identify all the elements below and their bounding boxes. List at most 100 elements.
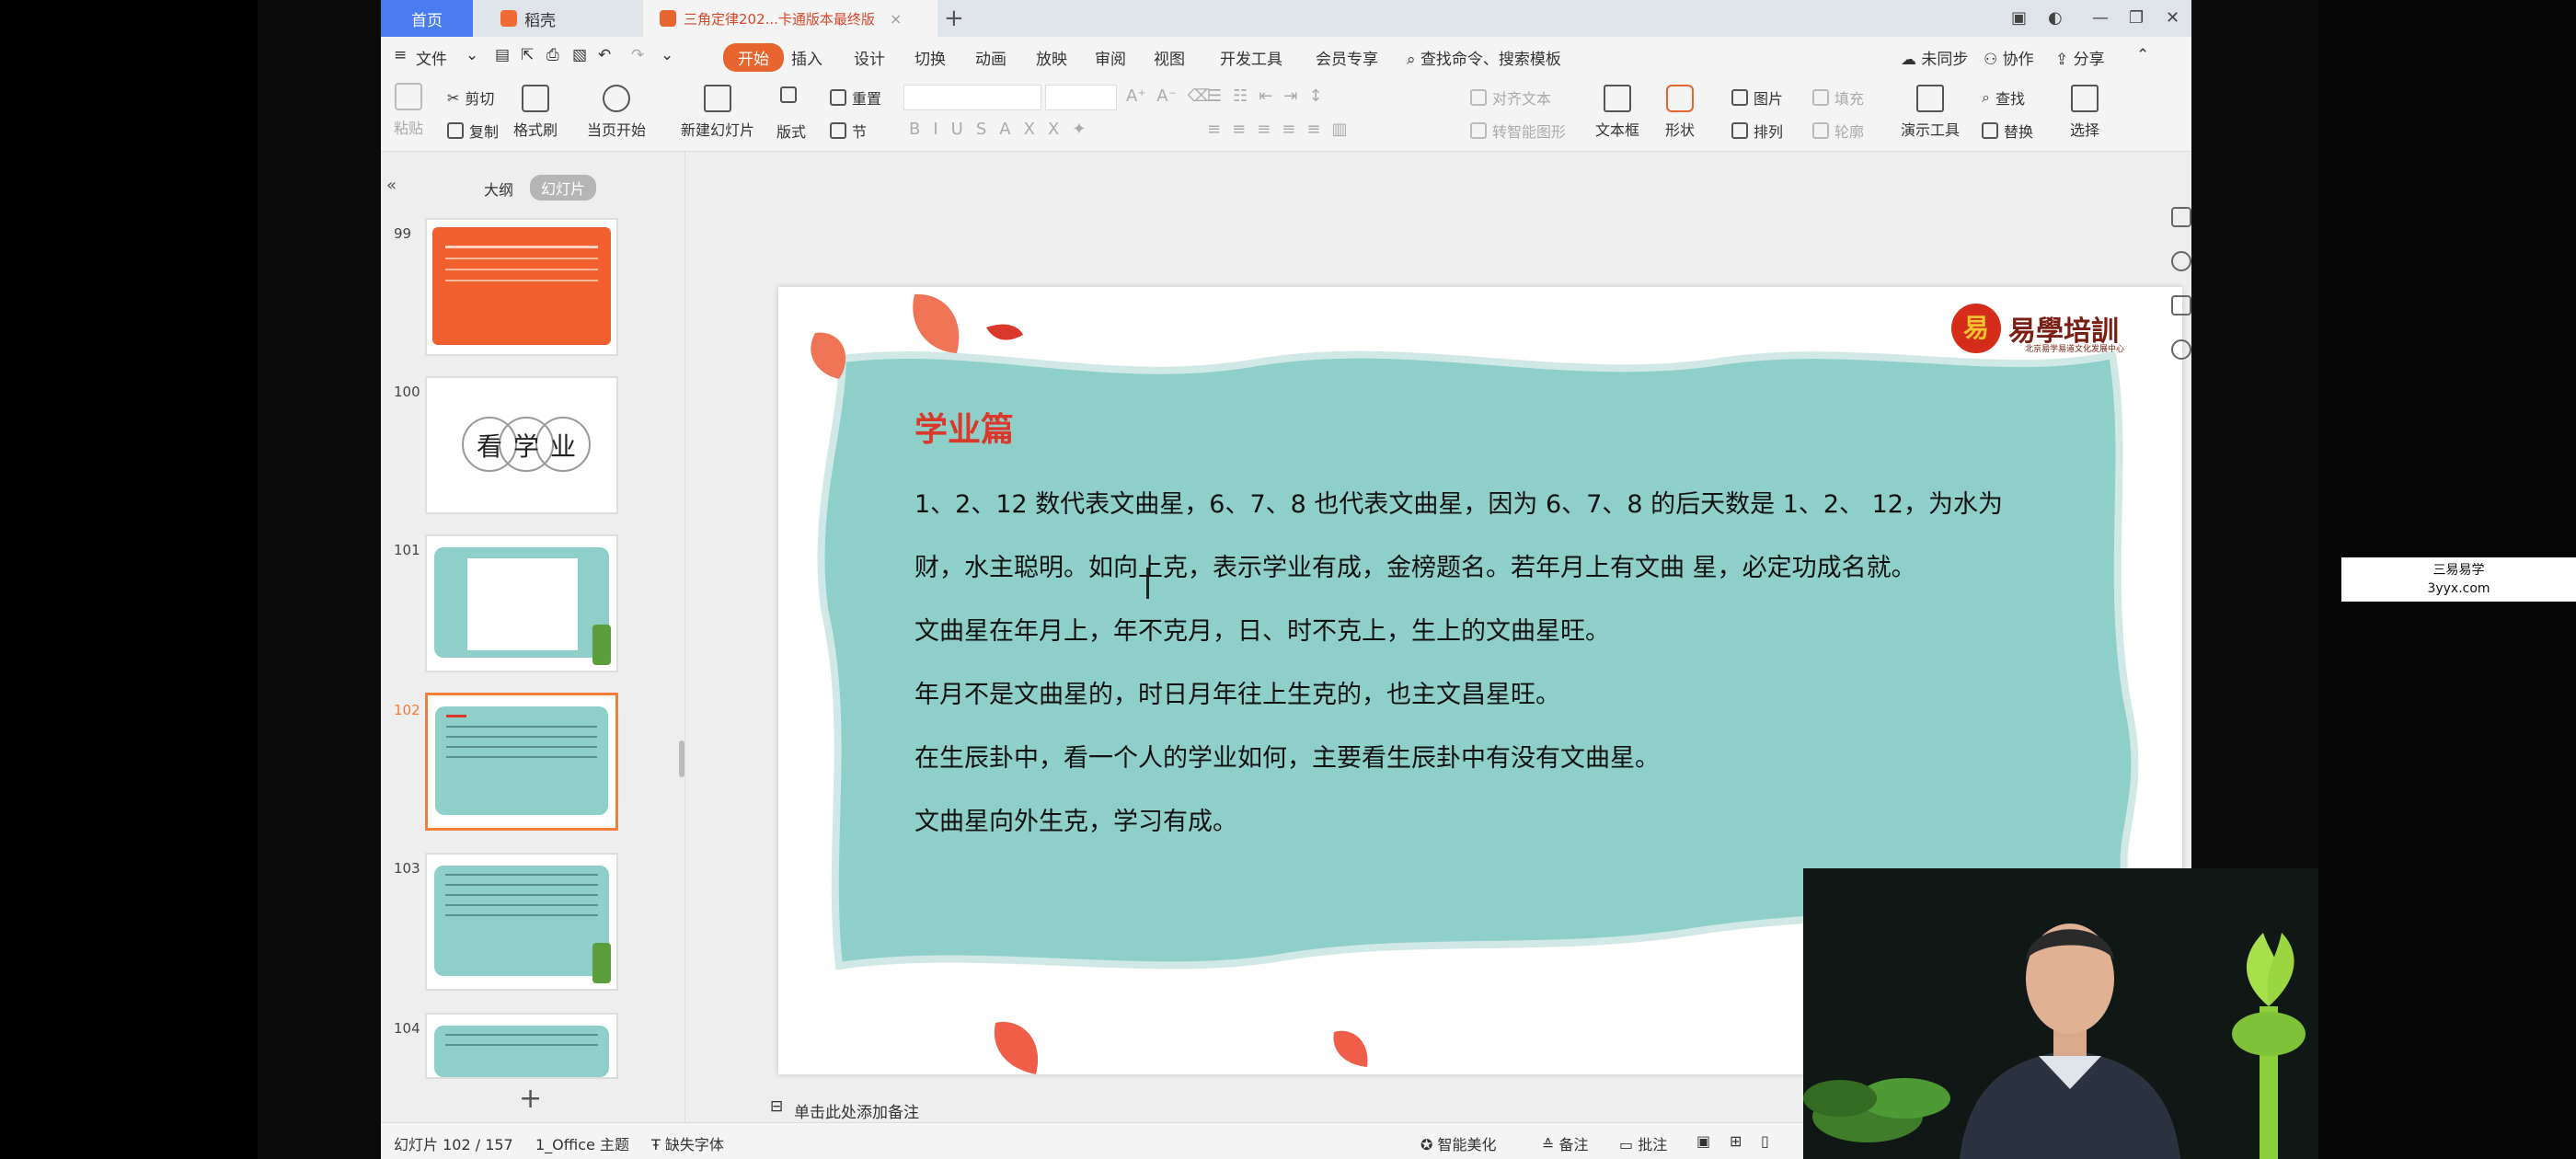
- export-pdf-icon[interactable]: ⇱: [521, 46, 534, 64]
- select-button[interactable]: 选择: [2070, 85, 2099, 140]
- play-from-current-button[interactable]: 当页开始: [587, 85, 646, 140]
- font-style-controls[interactable]: B I U S A X X ✦: [909, 120, 1098, 139]
- tab-start[interactable]: 开始: [723, 43, 784, 72]
- thumb-line: [445, 914, 598, 916]
- picture-button[interactable]: 图片: [1731, 86, 1783, 109]
- slide-thumbnail-pane: « 大纲 幻灯片 99 100 看 学 业 101 102 103 104 +: [381, 152, 685, 1122]
- tab-review[interactable]: 审阅: [1095, 46, 1126, 69]
- tab-home[interactable]: 首页: [381, 0, 473, 37]
- add-slide-button[interactable]: +: [519, 1083, 542, 1115]
- font-size-select[interactable]: [1045, 85, 1117, 110]
- comments-button[interactable]: ▭ 批注: [1619, 1132, 1667, 1154]
- tab-view[interactable]: 视图: [1154, 46, 1185, 69]
- window-badge-icon[interactable]: ▣: [2011, 0, 2027, 37]
- replace-button[interactable]: 替换: [1982, 120, 2033, 142]
- reading-view-icon[interactable]: ▯: [1761, 1132, 1769, 1150]
- normal-view-icon[interactable]: ▣: [1696, 1132, 1710, 1150]
- tab-outline[interactable]: 大纲: [484, 178, 513, 200]
- tab-design[interactable]: 设计: [854, 46, 885, 69]
- tab-slideshow[interactable]: 放映: [1036, 46, 1067, 69]
- notes-area[interactable]: ⊟ 单击此处添加备注: [685, 1097, 1789, 1122]
- pin-icon[interactable]: [2171, 251, 2191, 271]
- share-button[interactable]: ⇪ 分享: [2055, 46, 2105, 69]
- smart-beautify-button[interactable]: ✪ 智能美化: [1420, 1132, 1497, 1154]
- font-size-controls[interactable]: A⁺ A⁻ ⌫: [1126, 86, 1211, 106]
- properties-icon[interactable]: [2171, 207, 2191, 227]
- missing-font-label: 缺失字体: [664, 1136, 724, 1153]
- tab-insert[interactable]: 插入: [791, 46, 822, 69]
- shape-button[interactable]: 形状: [1665, 85, 1695, 140]
- thumb-white-table: [467, 558, 578, 650]
- tab-slides[interactable]: 幻灯片: [530, 175, 597, 201]
- hamburger-icon[interactable]: ≡: [394, 46, 407, 64]
- slide-thumbnail-101[interactable]: [425, 534, 618, 672]
- slide-thumbnail-102[interactable]: [425, 693, 618, 831]
- arrange-button[interactable]: 排列: [1731, 120, 1783, 142]
- slide-thumbnail-103[interactable]: [425, 853, 618, 991]
- print-preview-icon[interactable]: ▧: [572, 46, 587, 64]
- new-slide-button[interactable]: 新建幻灯片: [681, 85, 754, 140]
- replace-label: 替换: [2004, 123, 2034, 141]
- fill-button[interactable]: 填充: [1812, 86, 1864, 109]
- help-icon[interactable]: [2171, 339, 2191, 360]
- tab-transition[interactable]: 切换: [914, 46, 946, 69]
- save-icon[interactable]: ▤: [495, 46, 510, 64]
- restore-icon[interactable]: ❐: [2129, 0, 2144, 37]
- paragraph-controls-top[interactable]: ☰ ☷ ⇤ ⇥ ↕: [1207, 86, 1334, 106]
- copy-button[interactable]: 复制: [447, 120, 499, 142]
- font-name-select[interactable]: [903, 85, 1041, 110]
- slide-body-textbox[interactable]: 1、2、12 数代表文曲星，6、7、8 也代表文曲星，因为 6、7、8 的后天数…: [914, 473, 2037, 854]
- missing-font-button[interactable]: Ŧ 缺失字体: [651, 1132, 724, 1154]
- section-button[interactable]: 节: [830, 120, 867, 142]
- slide-thumbnail-99[interactable]: [425, 218, 618, 356]
- tab-document[interactable]: 三角定律202...卡通版本最终版 ×: [643, 0, 937, 37]
- justify-icon: ≡: [1282, 120, 1307, 139]
- minimize-icon[interactable]: —: [2092, 0, 2109, 37]
- sorter-view-icon[interactable]: ⊞: [1730, 1132, 1742, 1150]
- close-tab-icon[interactable]: ×: [890, 10, 902, 28]
- cloud-icon: ☁: [1901, 51, 1916, 69]
- layout-icon-button[interactable]: [780, 86, 802, 103]
- thumbnail-scrollbar[interactable]: [679, 740, 684, 777]
- slide-heading[interactable]: 学业篇: [914, 403, 1014, 451]
- skin-icon[interactable]: ◐: [2048, 0, 2063, 37]
- search-command[interactable]: ⌕ 查找命令、搜索模板: [1407, 46, 1561, 69]
- collapse-pane-icon[interactable]: «: [386, 176, 397, 195]
- close-window-icon[interactable]: ✕: [2166, 0, 2179, 37]
- cut-button[interactable]: ✂ 剪切: [447, 86, 494, 109]
- shadow-icon: ✦: [1072, 120, 1099, 139]
- tab-developer[interactable]: 开发工具: [1220, 46, 1282, 69]
- left-black-margin: [0, 0, 258, 1159]
- play-from-current-label: 当页开始: [587, 121, 647, 139]
- font-icon: Ŧ: [651, 1136, 661, 1153]
- sync-status[interactable]: ☁ 未同步: [1901, 46, 1968, 69]
- shape-label: 形状: [1665, 121, 1696, 139]
- textbox-button[interactable]: 文本框: [1595, 85, 1639, 140]
- file-menu[interactable]: 文件: [416, 46, 447, 69]
- notes-toggle-button[interactable]: ≙ 备注: [1542, 1132, 1589, 1154]
- add-tab-button[interactable]: +: [944, 0, 964, 37]
- undo-icon[interactable]: ↶: [598, 46, 611, 64]
- quick-access-chevron-icon[interactable]: ⌄: [661, 46, 673, 64]
- slide-library-icon[interactable]: [2171, 295, 2191, 316]
- presentation-tools-button[interactable]: 演示工具: [1901, 85, 1960, 140]
- outline-button[interactable]: 轮廓: [1812, 120, 1864, 142]
- redo-icon[interactable]: ↷: [631, 46, 644, 64]
- align-text-button[interactable]: 对齐文本: [1470, 86, 1551, 109]
- slide-thumbnail-104[interactable]: [425, 1013, 618, 1079]
- convert-smartart-button[interactable]: 转智能图形: [1470, 120, 1566, 142]
- slide-thumbnail-100[interactable]: 看 学 业: [425, 376, 618, 514]
- find-button[interactable]: ⌕ 查找: [1982, 86, 2025, 109]
- print-icon[interactable]: ⎙: [546, 46, 559, 64]
- more-chevron-icon[interactable]: ⌃: [2136, 46, 2149, 64]
- reset-button[interactable]: 重置: [830, 86, 881, 109]
- collaborate-button[interactable]: ⚇ 协作: [1984, 46, 2034, 69]
- tab-animation[interactable]: 动画: [975, 46, 1006, 69]
- tab-member[interactable]: 会员专享: [1316, 46, 1378, 69]
- bold-icon: B: [909, 120, 934, 139]
- paragraph-controls-bottom[interactable]: ≡ ≡ ≡ ≡ ≡ ▥: [1207, 120, 1358, 139]
- paste-button[interactable]: 粘贴: [394, 83, 423, 138]
- tab-docer[interactable]: 稻壳: [482, 0, 643, 37]
- layout-button[interactable]: 版式: [776, 120, 806, 142]
- format-painter-button[interactable]: 格式刷: [513, 85, 558, 140]
